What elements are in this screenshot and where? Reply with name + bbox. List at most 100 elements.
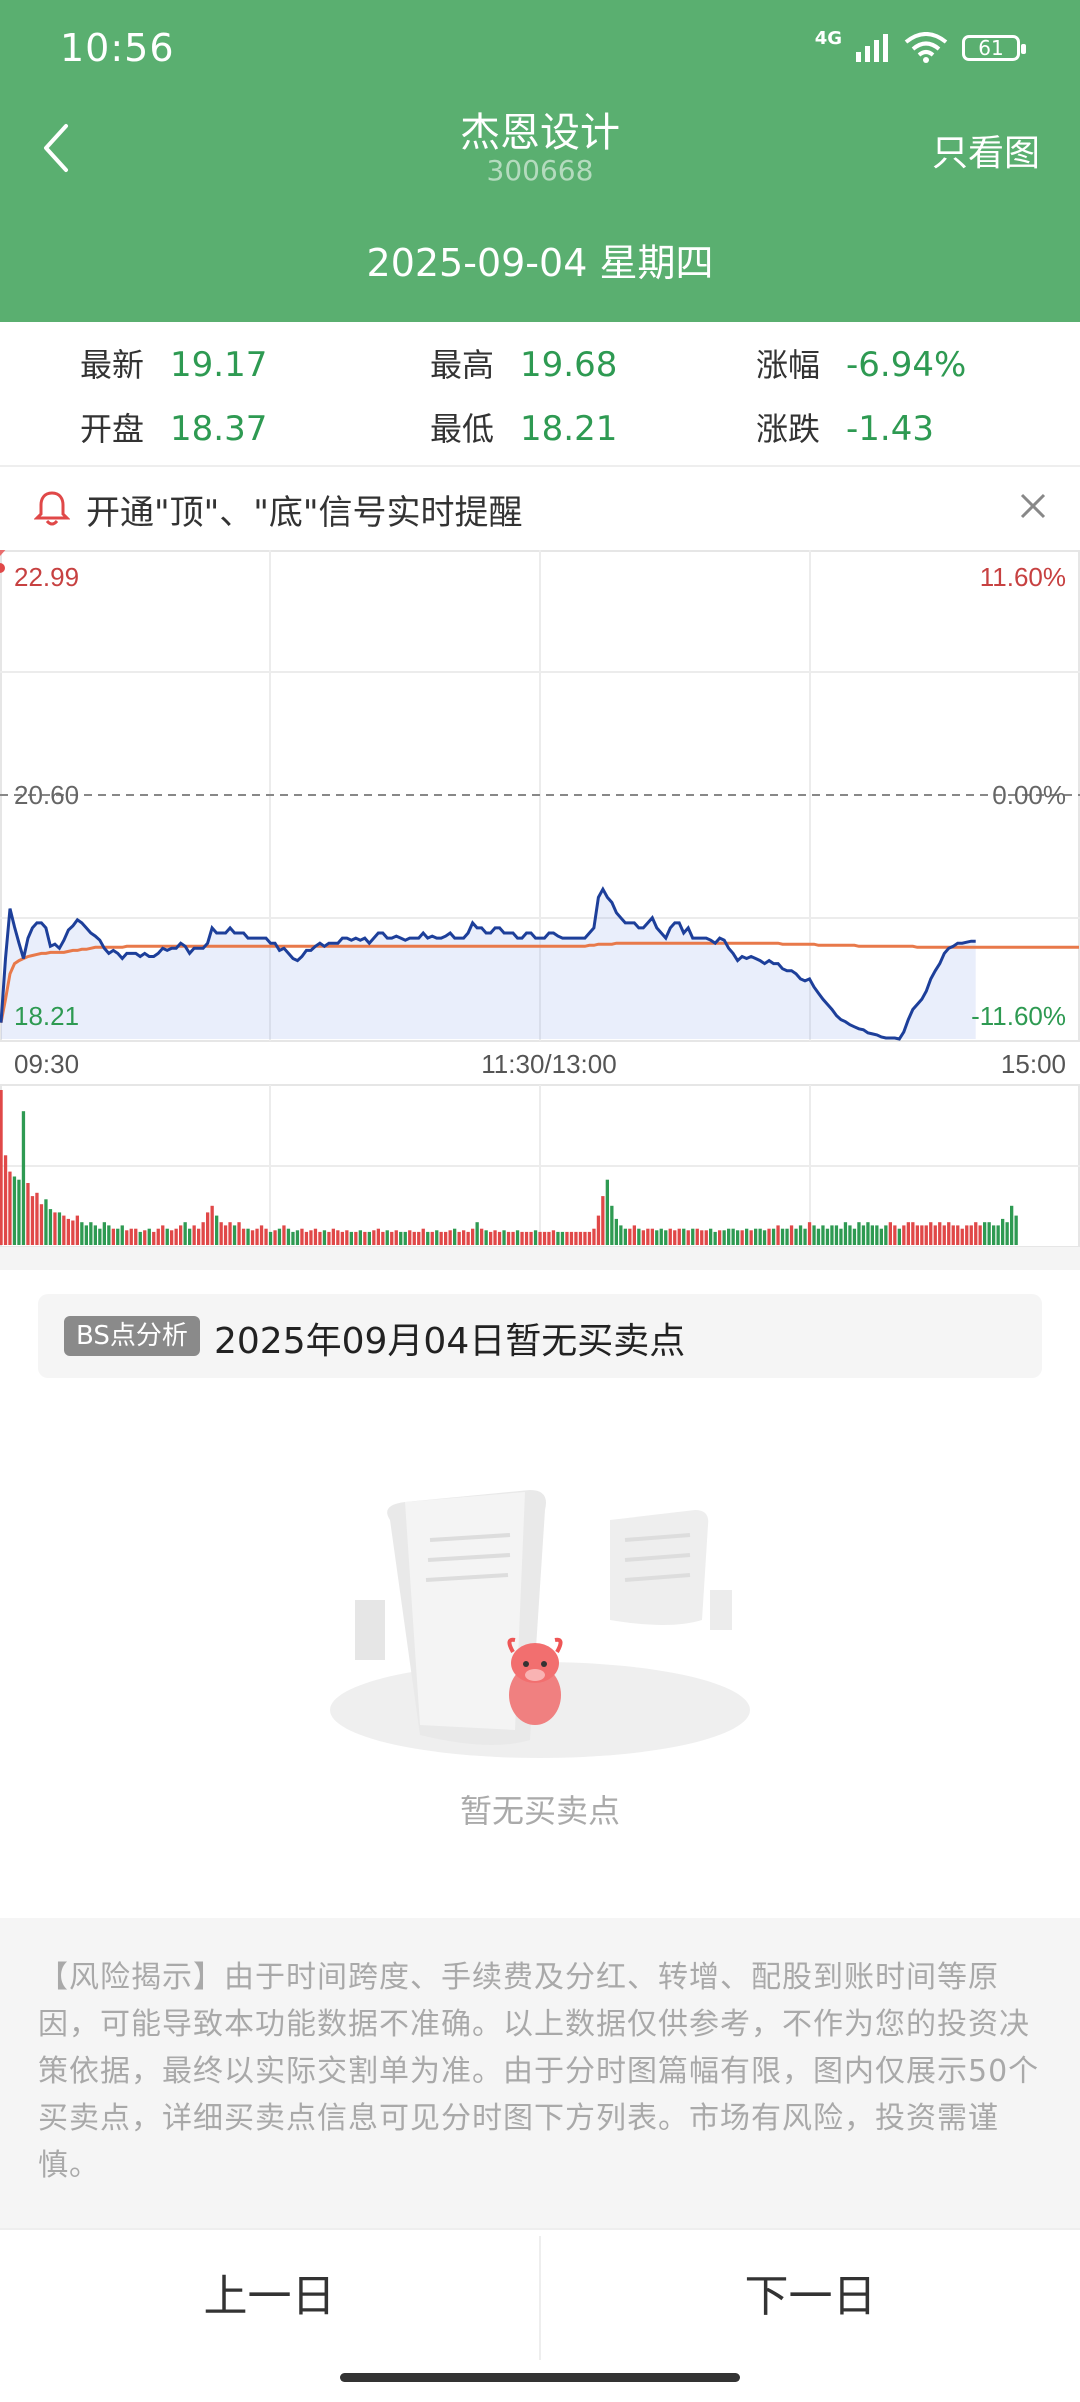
volume-bar — [134, 1228, 138, 1245]
volume-bar — [520, 1231, 524, 1245]
prev-day-button[interactable]: 上一日 — [0, 2230, 539, 2364]
volume-bar — [924, 1225, 928, 1245]
volume-bar — [93, 1225, 97, 1245]
volume-bar — [259, 1225, 264, 1245]
volume-bar — [120, 1225, 124, 1245]
next-day-button[interactable]: 下一日 — [541, 2230, 1080, 2364]
volume-bar — [57, 1212, 62, 1245]
volume-bar — [578, 1231, 583, 1245]
close-icon[interactable] — [1018, 491, 1048, 521]
pct-bottom-label: -11.60% — [971, 1001, 1066, 1031]
volume-bar — [376, 1228, 380, 1245]
volume-bar — [188, 1228, 192, 1245]
volume-bar — [462, 1230, 466, 1245]
volume-bar — [560, 1231, 565, 1245]
volume-bar — [852, 1228, 857, 1245]
volume-bar — [327, 1231, 331, 1245]
volume-bar — [219, 1222, 223, 1245]
intraday-chart[interactable]: 底 22.99 20.60 18.21 11.60% 0.00% -11.60%… — [0, 550, 1080, 1270]
volume-bar — [754, 1228, 758, 1245]
volume-bar — [264, 1228, 268, 1245]
volume-bar — [848, 1225, 852, 1245]
volume-bar — [816, 1228, 821, 1245]
volume-bar — [713, 1231, 717, 1245]
volume-bar — [857, 1222, 861, 1245]
volume-bar — [354, 1231, 358, 1245]
y-bottom-label: 18.21 — [14, 1001, 79, 1031]
volume-bar — [646, 1228, 650, 1245]
volume-bar — [35, 1192, 39, 1245]
stat-open: 开盘 18.37 — [80, 404, 267, 450]
volume-bar — [80, 1222, 84, 1245]
status-icons: 4G 61 — [815, 28, 1026, 66]
stat-label: 最高 — [430, 346, 495, 384]
stat-label: 涨跌 — [756, 410, 821, 448]
volume-bar — [21, 1111, 26, 1245]
volume-bar — [107, 1225, 111, 1245]
volume-bar — [246, 1228, 250, 1245]
volume-bar — [215, 1215, 219, 1245]
volume-bar — [1001, 1218, 1005, 1245]
volume-bar — [556, 1231, 560, 1245]
volume-bar — [888, 1222, 892, 1245]
volume-bar — [677, 1228, 681, 1245]
empty-state-text: 暂无买卖点 — [459, 1792, 620, 1830]
volume-bar — [304, 1231, 309, 1245]
volume-bar — [26, 1183, 30, 1245]
volume-bar — [655, 1230, 659, 1245]
volume-bar — [183, 1222, 187, 1245]
volume-bar — [1010, 1205, 1014, 1245]
volume-bar — [906, 1222, 910, 1245]
volume-bar — [340, 1231, 344, 1245]
volume-bar — [98, 1228, 102, 1245]
volume-bar — [0, 1090, 3, 1245]
volume-bar — [1014, 1215, 1018, 1245]
stat-label: 开盘 — [80, 410, 145, 448]
volume-bar — [875, 1225, 879, 1245]
volume-bar — [533, 1230, 538, 1245]
volume-bar — [664, 1230, 668, 1245]
y-mid-label: 20.60 — [14, 780, 79, 810]
stat-label: 最新 — [80, 346, 145, 384]
volume-bar — [497, 1231, 502, 1245]
volume-bar — [66, 1218, 70, 1245]
volume-bar — [30, 1196, 35, 1245]
volume-bar — [911, 1222, 915, 1245]
volume-bar — [430, 1231, 434, 1245]
volume-bar — [161, 1225, 165, 1245]
volume-bar — [138, 1231, 142, 1245]
volume-bar — [565, 1231, 569, 1245]
volume-bar — [938, 1222, 942, 1245]
volume-bar — [111, 1228, 115, 1245]
signal-alert-bar[interactable]: 开通"顶"、"底"信号实时提醒 — [0, 467, 1080, 549]
volume-bar — [44, 1199, 48, 1245]
home-indicator[interactable] — [340, 2373, 740, 2382]
volume-bar — [745, 1228, 749, 1245]
volume-bar — [951, 1225, 955, 1245]
volume-bar — [619, 1225, 623, 1245]
x-label-open: 09:30 — [14, 1049, 79, 1079]
volume-bar — [53, 1212, 57, 1245]
volume-bar — [722, 1230, 726, 1245]
volume-bar — [641, 1230, 645, 1245]
volume-bar — [493, 1230, 497, 1245]
volume-bar — [421, 1228, 425, 1245]
volume-bar — [39, 1204, 44, 1245]
stat-change: 涨跌 -1.43 — [756, 404, 934, 450]
stat-value: 18.21 — [520, 409, 618, 449]
volume-bar — [147, 1228, 151, 1245]
bs-analysis-bar: BS点分析 2025年09月04日暂无买卖点 — [38, 1294, 1042, 1378]
stat-value: 19.17 — [170, 345, 268, 385]
volume-bar — [866, 1222, 870, 1245]
volume-bar — [727, 1228, 731, 1245]
volume-bar — [255, 1228, 259, 1245]
volume-bar — [839, 1228, 843, 1245]
volume-bar — [399, 1231, 403, 1245]
volume-bar — [192, 1225, 196, 1245]
empty-illustration — [330, 1490, 750, 1758]
volume-bar — [17, 1179, 21, 1245]
volume-bar — [843, 1222, 848, 1245]
volume-bar — [830, 1225, 834, 1245]
only-chart-button[interactable]: 只看图 — [932, 124, 1040, 176]
volume-bar — [974, 1222, 978, 1245]
